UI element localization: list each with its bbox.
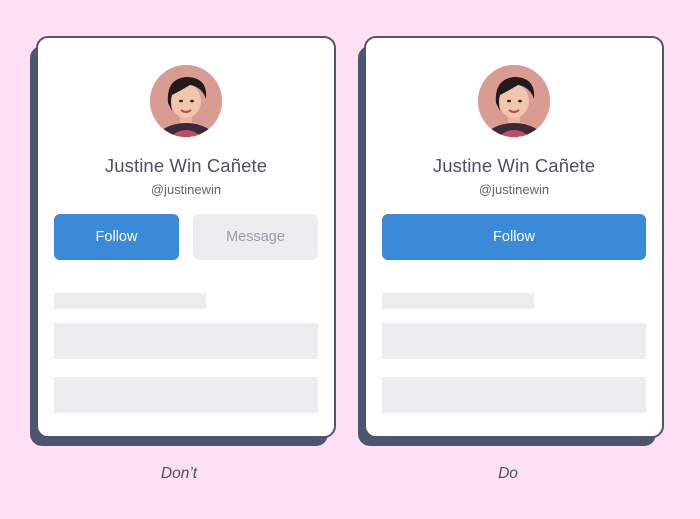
follow-button[interactable]: Follow xyxy=(382,214,646,260)
avatar[interactable] xyxy=(150,65,222,137)
comparison-stage: Justine Win Cañete @justinewin Follow Me… xyxy=(0,0,700,519)
message-button[interactable]: Message xyxy=(193,214,318,260)
avatar-photo-icon xyxy=(478,65,550,137)
do-example: Justine Win Cañete @justinewin Follow xyxy=(358,36,664,446)
placeholder-block xyxy=(382,377,646,413)
avatar[interactable] xyxy=(478,65,550,137)
dont-example: Justine Win Cañete @justinewin Follow Me… xyxy=(30,36,336,446)
placeholder-block xyxy=(382,323,646,359)
placeholder-block xyxy=(54,323,318,359)
placeholder-line xyxy=(382,293,534,309)
profile-card: Justine Win Cañete @justinewin Follow xyxy=(364,36,664,438)
dont-caption: Don’t xyxy=(160,465,198,482)
placeholder-line xyxy=(54,293,206,309)
follow-button[interactable]: Follow xyxy=(54,214,179,260)
profile-handle: @justinewin xyxy=(478,182,550,197)
profile-handle: @justinewin xyxy=(150,182,222,197)
profile-name: Justine Win Cañete xyxy=(104,155,268,176)
placeholder-block xyxy=(54,377,318,413)
avatar-photo-icon xyxy=(150,65,222,137)
profile-card: Justine Win Cañete @justinewin Follow Me… xyxy=(36,36,336,438)
profile-name: Justine Win Cañete xyxy=(432,155,596,176)
do-caption: Do xyxy=(498,465,518,482)
